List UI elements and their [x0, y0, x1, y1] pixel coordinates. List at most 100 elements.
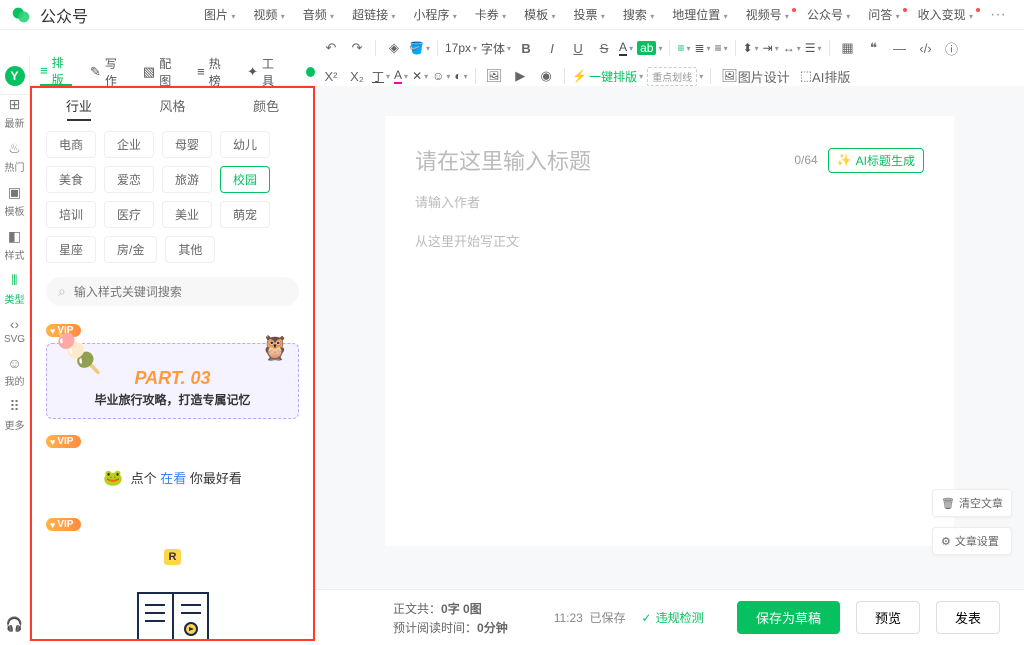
side-tab[interactable]: ✦工具 — [247, 55, 282, 89]
ai-title-gen-button[interactable]: ✨ AI标题生成 — [828, 148, 924, 173]
undo-button[interactable]: ↶ — [320, 37, 342, 59]
subscript-button[interactable]: X₂ — [346, 65, 368, 87]
filter-tag[interactable]: 企业 — [104, 131, 154, 158]
header-menu-item[interactable]: 地理位置 ▾ — [663, 6, 736, 23]
header-menu-item[interactable]: 模板 ▾ — [515, 6, 564, 23]
rail-item[interactable]: ‹›SVG — [4, 316, 25, 345]
filter-tag[interactable]: 母婴 — [162, 131, 212, 158]
template-card-3[interactable]: R — [46, 537, 299, 641]
spacing-button[interactable]: ↔▾ — [783, 41, 801, 55]
table-button[interactable]: ▦ — [837, 37, 859, 59]
font-family-select[interactable]: 字体▾ — [481, 40, 511, 57]
filter-tag[interactable]: 幼儿 — [220, 131, 270, 158]
preview-button[interactable]: 预览 — [856, 601, 920, 634]
header-menu-item[interactable]: 小程序 ▾ — [404, 6, 465, 23]
rail-item[interactable]: ♨热门 — [5, 140, 25, 174]
header-menu-item[interactable]: 超链接 ▾ — [343, 6, 404, 23]
redo-button[interactable]: ↷ — [346, 37, 368, 59]
search-input[interactable] — [74, 285, 287, 299]
superscript-button[interactable]: X² — [320, 65, 342, 87]
template-card-1[interactable]: 🍡 🦉 PART. 03 毕业旅行攻略，打造专属记忆 — [46, 343, 299, 419]
header-more-button[interactable]: ··· — [982, 6, 1014, 24]
save-draft-button[interactable]: 保存为草稿 — [737, 601, 840, 634]
video-button[interactable]: ▶ — [509, 65, 531, 87]
rail-logo[interactable]: Y — [5, 66, 25, 86]
align-left-button[interactable]: ≡▾ — [677, 41, 690, 55]
rail-headphones-button[interactable]: 🎧 — [6, 616, 23, 633]
highlight-button[interactable]: ab▾ — [637, 41, 662, 55]
body-input[interactable]: 从这里开始写正文 — [415, 231, 924, 250]
text-style-button[interactable]: A▾ — [394, 68, 408, 84]
quote-button[interactable]: ❝ — [863, 37, 885, 59]
code-button[interactable]: ‹/› — [915, 37, 937, 59]
rail-item[interactable]: ⊞最新 — [5, 96, 25, 130]
header-menu-item[interactable]: 搜索 ▾ — [614, 6, 663, 23]
align-right-button[interactable]: ≡▾ — [715, 41, 728, 55]
title-input[interactable]: 请在这里输入标题 — [415, 144, 784, 176]
template-card-2[interactable]: 🐸 点个 在看 你最好看 — [46, 454, 299, 502]
filter-tag[interactable]: 电商 — [46, 131, 96, 158]
publish-button[interactable]: 发表 — [936, 601, 1000, 634]
side-tab[interactable]: ✎写作 — [90, 55, 125, 89]
filter-tag[interactable]: 校园 — [220, 166, 270, 193]
header-menu-item[interactable]: 视频 ▾ — [244, 6, 293, 23]
font-color-button[interactable]: A▾ — [619, 40, 633, 56]
special-char-button[interactable]: ◐▾ — [454, 69, 467, 83]
category-tab[interactable]: 颜色 — [219, 96, 313, 121]
violation-check-button[interactable]: ✓ 违规检测 — [642, 609, 704, 626]
side-tab[interactable]: ≡排版 — [40, 58, 72, 86]
search-box[interactable]: ⌕ — [46, 277, 299, 306]
list-button[interactable]: ☰▾ — [805, 41, 822, 55]
filter-tag[interactable]: 房/金 — [104, 236, 157, 263]
side-tab[interactable]: ≡热榜 — [197, 55, 229, 89]
rail-item[interactable]: ◧样式 — [5, 228, 25, 262]
format-painter-button[interactable]: ◈ — [383, 37, 405, 59]
filter-tag[interactable]: 爱恋 — [104, 166, 154, 193]
clear-format-button[interactable]: ✕▾ — [412, 69, 428, 83]
gif-button[interactable]: ◉ — [535, 65, 557, 87]
line-height-button[interactable]: ⬍▾ — [743, 41, 759, 55]
author-input[interactable]: 请输入作者 — [415, 192, 924, 211]
side-tab[interactable]: ▧配图 — [143, 55, 179, 89]
filter-tag[interactable]: 萌宠 — [220, 201, 270, 228]
header-menu-item[interactable]: 卡券 ▾ — [466, 6, 515, 23]
one-click-layout-button[interactable]: ⚡ 一键排版▾ — [572, 68, 643, 85]
rail-item[interactable]: ▣模板 — [5, 184, 25, 218]
strikethrough-button[interactable]: S — [593, 37, 615, 59]
filter-tag[interactable]: 美食 — [46, 166, 96, 193]
header-menu-item[interactable]: 问答 ▾ — [859, 6, 908, 23]
filter-tag[interactable]: 其他 — [165, 236, 215, 263]
font-size-select[interactable]: 17px▾ — [445, 41, 477, 55]
filter-tag[interactable]: 旅游 — [162, 166, 212, 193]
header-menu-item[interactable]: 投票 ▾ — [565, 6, 614, 23]
image-button[interactable]: 🖼 — [483, 65, 506, 87]
article-settings-button[interactable]: ⚙ 文章设置 — [932, 527, 1012, 555]
italic-button[interactable]: I — [541, 37, 563, 59]
clear-article-button[interactable]: 🗑 清空文章 — [932, 489, 1012, 517]
underline-button[interactable]: U — [567, 37, 589, 59]
header-menu-item[interactable]: 视频号 ▾ — [737, 6, 798, 23]
header-menu-item[interactable]: 收入变现 ▾ — [909, 6, 982, 23]
header-menu-item[interactable]: 图片 ▾ — [195, 6, 244, 23]
help-button[interactable]: ⓘ — [941, 37, 963, 59]
emoji-button[interactable]: ☺▾ — [432, 69, 450, 83]
key-underline-button[interactable]: 重点划线▾ — [647, 67, 703, 86]
ai-layout-button[interactable]: ⬚ AI排版 — [797, 65, 854, 87]
category-tab[interactable]: 行业 — [32, 96, 126, 121]
rail-item[interactable]: ☺我的 — [5, 355, 25, 388]
header-menu-item[interactable]: 音频 ▾ — [294, 6, 343, 23]
image-design-button[interactable]: 🖼 图片设计 — [718, 65, 793, 87]
category-tab[interactable]: 风格 — [126, 96, 220, 121]
hr-button[interactable]: — — [889, 37, 911, 59]
filter-tag[interactable]: 美业 — [162, 201, 212, 228]
rail-item[interactable]: ⠿更多 — [5, 398, 25, 432]
indent-button[interactable]: ⇥▾ — [763, 41, 779, 55]
paint-bucket-button[interactable]: 🪣▾ — [409, 41, 430, 55]
bold-button[interactable]: B — [515, 37, 537, 59]
filter-tag[interactable]: 星座 — [46, 236, 96, 263]
align-center-button[interactable]: ≣▾ — [694, 41, 710, 55]
text-effect-button[interactable]: 丁▾ — [372, 68, 390, 85]
filter-tag[interactable]: 培训 — [46, 201, 96, 228]
filter-tag[interactable]: 医疗 — [104, 201, 154, 228]
header-menu-item[interactable]: 公众号 ▾ — [798, 6, 859, 23]
